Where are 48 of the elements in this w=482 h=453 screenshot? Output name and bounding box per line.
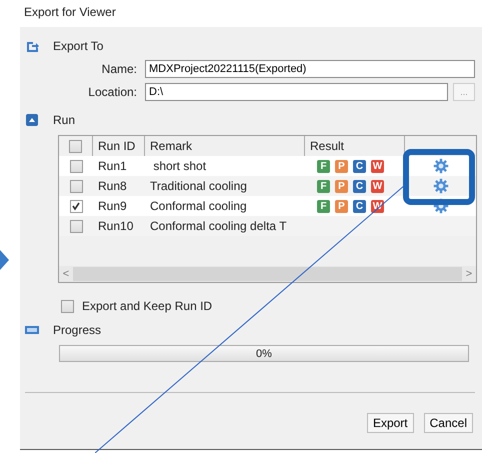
table-cell-text: Run9 [97, 199, 128, 213]
highlight-frame [403, 149, 475, 205]
select-all-checkbox[interactable] [69, 140, 82, 152]
table-cell-text: Run8 [97, 179, 128, 193]
chevron-icon [0, 250, 9, 270]
table-cell-text: short shot [152, 159, 208, 173]
run-icon [25, 113, 39, 127]
table-cell-text: Run1 [97, 159, 128, 173]
name-field[interactable]: MDXProject20221115(Exported) [145, 60, 475, 78]
dialog-button[interactable]: Export [366, 413, 414, 433]
horizontal-scrollbar[interactable]: < > [59, 266, 476, 282]
table-cell-text: Run10 [97, 219, 134, 233]
export-icon [25, 39, 39, 53]
status-tag[interactable]: C [353, 160, 366, 172]
window-title: Export for Viewer [24, 5, 116, 19]
table-cell-text: Conformal cooling delta T [149, 219, 288, 233]
progress-icon [25, 326, 39, 334]
browse-button[interactable]: ... [453, 82, 475, 100]
status-tag[interactable]: F [317, 180, 330, 192]
location-label: Location: [87, 84, 138, 98]
name-label: Name: [100, 62, 138, 76]
status-tag[interactable]: P [335, 200, 348, 212]
status-tag[interactable]: P [335, 160, 348, 172]
status-tag[interactable]: P [335, 180, 348, 192]
status-tag[interactable]: C [353, 200, 366, 212]
status-tag[interactable]: F [317, 160, 330, 172]
location-field[interactable]: D:\ [145, 82, 448, 100]
section-heading: Run [53, 113, 76, 127]
row-checkbox[interactable] [70, 220, 82, 232]
settings-icon[interactable] [432, 178, 448, 194]
row-checkbox[interactable] [70, 180, 82, 192]
section-heading: Export To [53, 39, 104, 53]
checkbox-label: Export and Keep Run ID [82, 299, 212, 313]
table-cell-text: Traditional cooling [149, 179, 248, 193]
scroll-left-arrow[interactable]: < [59, 268, 73, 280]
progress-reading: 0% [256, 348, 272, 360]
row-checkbox[interactable] [70, 200, 82, 212]
status-tag[interactable]: F [317, 200, 330, 212]
settings-icon[interactable] [432, 158, 448, 174]
status-tag[interactable]: W [371, 180, 384, 192]
status-tag[interactable]: W [371, 160, 384, 172]
dialog-button[interactable]: Cancel [424, 413, 473, 433]
keep-run-id-checkbox[interactable] [61, 300, 74, 312]
status-tag[interactable]: C [353, 180, 366, 192]
table-cell-text: Conformal cooling [149, 199, 248, 213]
row-checkbox[interactable] [70, 160, 82, 172]
scroll-right-arrow[interactable]: > [462, 268, 476, 280]
section-heading: Progress [53, 323, 102, 337]
